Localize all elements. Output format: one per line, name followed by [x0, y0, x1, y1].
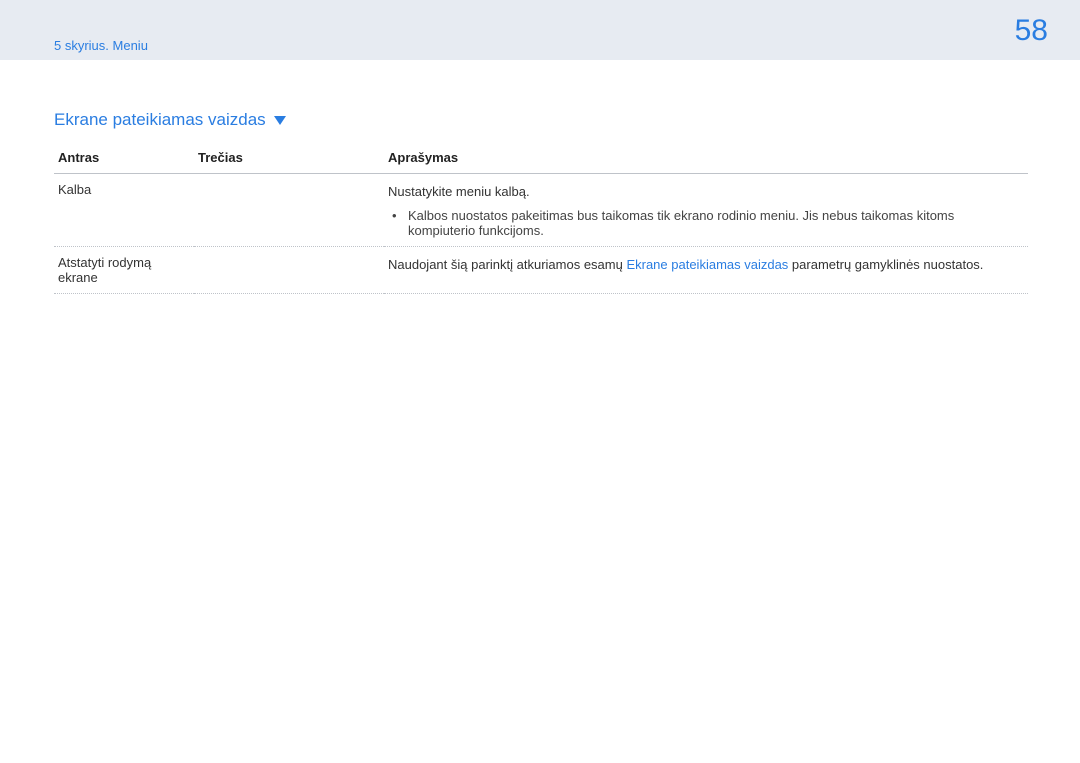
- row-trecias: [194, 174, 384, 247]
- row-aprasymas: Nustatykite meniu kalbą. Kalbos nuostato…: [384, 174, 1028, 247]
- desc-pre: Naudojant šią parinktį atkuriamos esamų: [388, 257, 626, 272]
- col-header-trecias: Trečias: [194, 144, 384, 174]
- section-title-text: Ekrane pateikiamas vaizdas: [54, 110, 266, 130]
- desc-link: Ekrane pateikiamas vaizdas: [626, 257, 788, 272]
- page-header: 5 skyrius. Meniu 58: [0, 0, 1080, 60]
- section-title[interactable]: Ekrane pateikiamas vaizdas: [54, 110, 1028, 130]
- table-row: Atstatyti rodymą ekrane Naudojant šią pa…: [54, 246, 1028, 293]
- col-header-antras: Antras: [54, 144, 194, 174]
- chevron-down-icon: [274, 116, 286, 125]
- desc-bullet-item: Kalbos nuostatos pakeitimas bus taikomas…: [402, 208, 1024, 238]
- row-aprasymas: Naudojant šią parinktį atkuriamos esamų …: [384, 246, 1028, 293]
- breadcrumb: 5 skyrius. Meniu: [54, 38, 148, 53]
- col-header-aprasymas: Aprašymas: [384, 144, 1028, 174]
- desc-post: parametrų gamyklinės nuostatos.: [788, 257, 983, 272]
- page-number: 58: [1015, 14, 1048, 48]
- desc-bullet-list: Kalbos nuostatos pakeitimas bus taikomas…: [388, 208, 1024, 238]
- menu-table: Antras Trečias Aprašymas Kalba Nustatyki…: [54, 144, 1028, 294]
- row-trecias: [194, 246, 384, 293]
- table-row: Kalba Nustatykite meniu kalbą. Kalbos nu…: [54, 174, 1028, 247]
- row-antras: Kalba: [54, 174, 194, 247]
- desc-main: Nustatykite meniu kalbą.: [388, 182, 1024, 202]
- page-content: Ekrane pateikiamas vaizdas Antras Trečia…: [0, 60, 1080, 294]
- row-antras: Atstatyti rodymą ekrane: [54, 246, 194, 293]
- table-header-row: Antras Trečias Aprašymas: [54, 144, 1028, 174]
